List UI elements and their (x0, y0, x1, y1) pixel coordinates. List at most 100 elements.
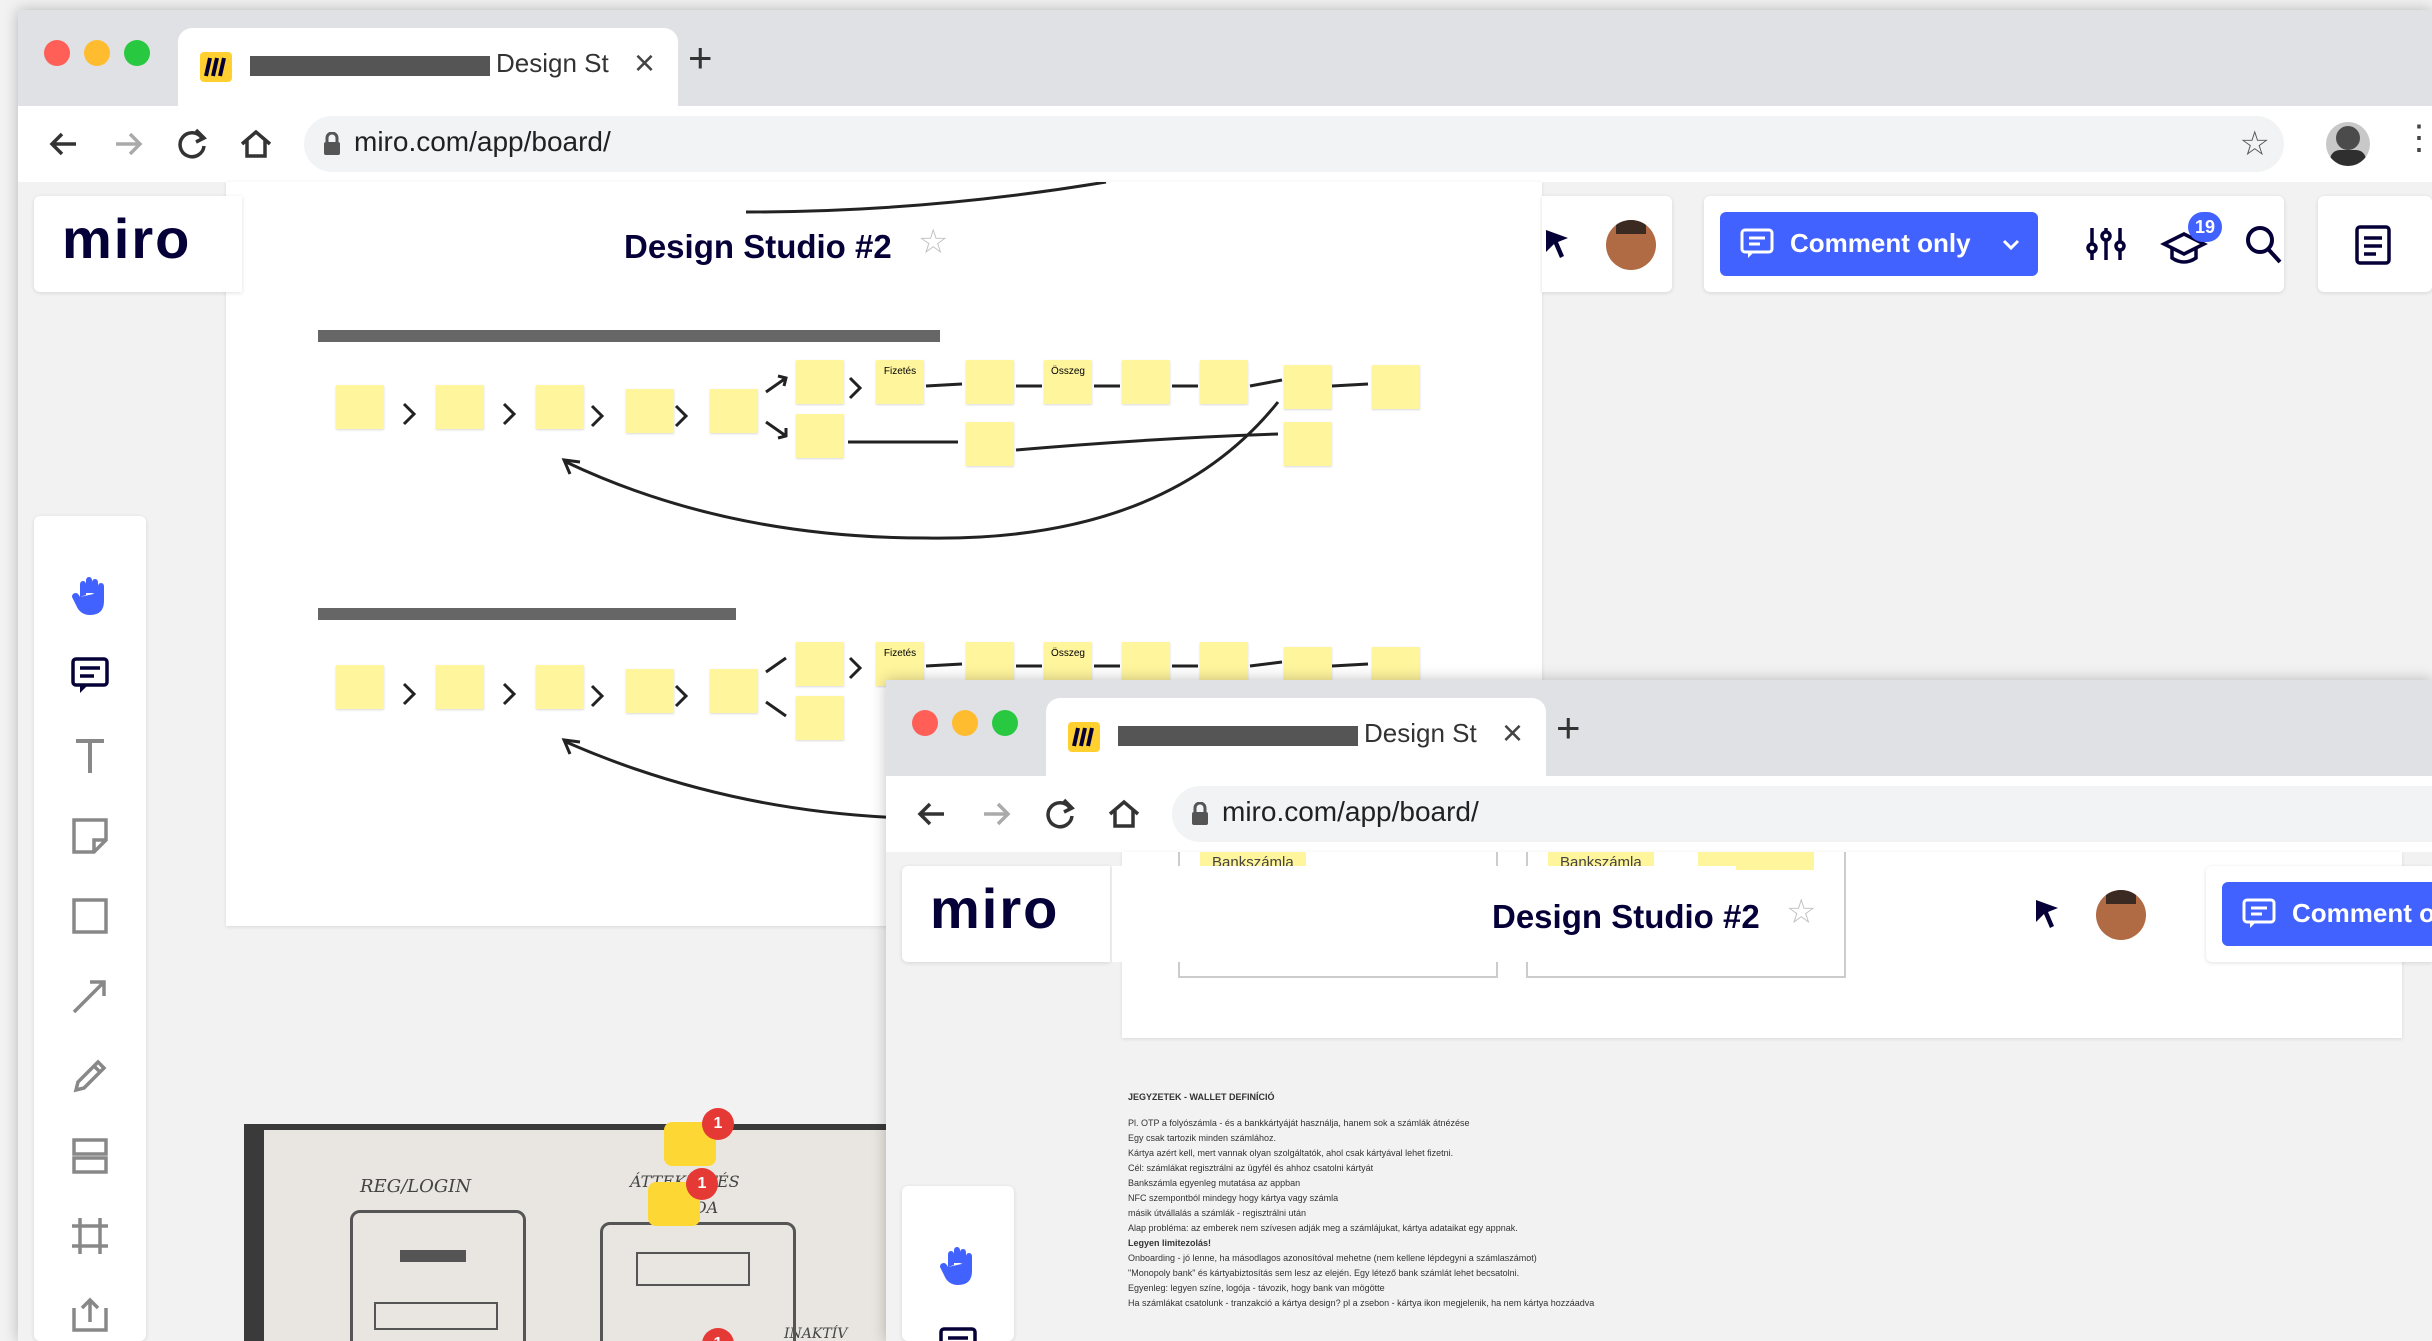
address-bar[interactable]: miro.com/app/board/ ☆ (304, 116, 2284, 172)
tool-arrow[interactable] (34, 956, 146, 1036)
minimize-window-dot[interactable] (952, 710, 978, 736)
miro-board-menu-panel (2318, 196, 2432, 292)
tool-upload[interactable] (34, 1274, 146, 1341)
tab-title: Design St (1364, 718, 1477, 748)
browser-menu-icon[interactable]: ⋮ (2402, 118, 2432, 158)
miro-favicon-icon (200, 52, 232, 82)
comment-only-button[interactable]: Comment only (1720, 212, 2038, 276)
notes-line: Ha számlákat csatolunk - tranzakció a ká… (1128, 1298, 1595, 1308)
tab-close-icon[interactable]: × (634, 42, 655, 84)
chevron-down-icon (2002, 239, 2020, 251)
follow-cursor-icon[interactable] (1542, 226, 1572, 260)
sticky-note-icon (72, 818, 108, 854)
miro-logo[interactable]: miro (930, 876, 1059, 941)
pen-icon (73, 1059, 107, 1093)
comment-tool-icon (71, 657, 109, 693)
tool-text[interactable] (34, 716, 146, 796)
tool-sticky-note[interactable] (34, 796, 146, 876)
tool-frame[interactable] (34, 1196, 146, 1276)
forward-arrow-icon[interactable] (976, 794, 1016, 834)
comment-only-button[interactable]: Comment o (2222, 882, 2432, 946)
miro-top-left-panel: miro (902, 866, 1110, 962)
tool-template[interactable] (34, 1116, 146, 1196)
lock-icon (1192, 802, 1208, 825)
url-text: miro.com/app/board/ (1222, 796, 1479, 827)
bookmark-star-icon[interactable]: ☆ (2240, 124, 2270, 164)
comment-tool-icon (939, 1327, 977, 1341)
miro-top-left-panel: miro (34, 196, 242, 292)
settings-sliders-icon[interactable] (2084, 224, 2128, 264)
collaborator-avatar[interactable] (2096, 890, 2146, 940)
tool-pen[interactable] (34, 1036, 146, 1116)
redacted-tab-title (250, 56, 490, 76)
sketch-photo[interactable]: REG/LOGIN ÁTTEKINTÉS UNBOA INAKTÍV (244, 1124, 944, 1341)
forward-arrow-icon[interactable] (108, 124, 148, 164)
home-icon[interactable] (236, 124, 276, 164)
tab-strip: Design St × + (18, 10, 2432, 106)
sketch-element (400, 1250, 466, 1262)
browser-tab-active[interactable]: Design St × (178, 28, 678, 106)
close-window-dot[interactable] (44, 40, 70, 66)
tab-close-icon[interactable]: × (1502, 712, 1523, 754)
sketch-label: REG/LOGIN (360, 1176, 472, 1197)
sketch-element (374, 1302, 498, 1330)
notes-line: NFC szempontból mindegy hogy kártya vagy… (1128, 1193, 1339, 1203)
profile-avatar[interactable] (2326, 122, 2370, 166)
minimize-window-dot[interactable] (84, 40, 110, 66)
flow-title-bar-2 (318, 608, 736, 620)
reload-icon[interactable] (172, 124, 212, 164)
close-window-dot[interactable] (912, 710, 938, 736)
home-icon[interactable] (1104, 794, 1144, 834)
miro-actions-panel: Comment o (2206, 866, 2432, 962)
comment-count-badge: 1 (686, 1168, 718, 1200)
arrow-line-icon (72, 980, 106, 1014)
tab-strip: Design St × + (886, 680, 2432, 776)
flow-arrows-1 (402, 374, 1369, 540)
tool-shape[interactable] (34, 876, 146, 956)
browser-toolbar: miro.com/app/board/ ☆ ⋮ (18, 106, 2432, 183)
tool-comment[interactable] (34, 636, 146, 716)
miro-left-toolbar (902, 1186, 1014, 1341)
follow-cursor-icon[interactable] (2032, 896, 2062, 930)
board-title[interactable]: Design Studio #2 (1492, 898, 1760, 936)
tool-comment[interactable] (902, 1306, 1014, 1341)
collaborator-avatar[interactable] (1606, 220, 1656, 270)
notes-line: Cél: számlákat regisztrálni az ügyfél és… (1128, 1163, 1374, 1173)
maximize-window-dot[interactable] (992, 710, 1018, 736)
address-bar[interactable]: miro.com/app/board/ (1172, 786, 2432, 842)
board-title[interactable]: Design Studio #2 (624, 228, 892, 266)
miro-collab-panel (1542, 196, 1672, 292)
browser-tab-active[interactable]: Design St × (1046, 698, 1546, 776)
back-arrow-icon[interactable] (912, 794, 952, 834)
upload-icon (72, 1297, 108, 1332)
notification-badge: 19 (2188, 212, 2222, 242)
tool-hand[interactable] (902, 1226, 1014, 1306)
hand-icon (940, 1247, 972, 1285)
template-icon (72, 1138, 108, 1174)
miro-left-toolbar (34, 516, 146, 1341)
hand-icon (72, 577, 104, 615)
flow-title-bar-1 (318, 330, 940, 342)
second-browser-window: Design St × + miro.com/app/board/ Banksz… (886, 680, 2432, 1341)
notes-line: "Monopoly bank" és kártyabiztosítás sem … (1128, 1268, 1520, 1278)
reload-icon[interactable] (1040, 794, 1080, 834)
notes-line: Kártya azért kell, mert vannak olyan szo… (1128, 1148, 1454, 1158)
back-arrow-icon[interactable] (44, 124, 84, 164)
new-tab-button[interactable]: + (1556, 707, 1581, 749)
notes-line: Egyenleg: legyen színe, logója - távozik… (1128, 1283, 1385, 1293)
lock-icon (324, 132, 340, 155)
search-icon[interactable] (2244, 224, 2284, 266)
favorite-star-icon[interactable]: ☆ (918, 222, 948, 262)
notes-line: Egy csak tartozik minden számlához. (1128, 1133, 1277, 1143)
notes-line: Alap probléma: az emberek nem szívesen a… (1128, 1223, 1518, 1233)
comment-only-label: Comment o (2292, 898, 2432, 928)
board-list-icon[interactable] (2354, 224, 2392, 266)
favorite-star-icon[interactable]: ☆ (1786, 892, 1816, 932)
notes-line: Bankszámla egyenleg mutatása az appban (1128, 1178, 1301, 1188)
notes-line: Onboarding - jó lenne, ha másodlagos azo… (1128, 1253, 1537, 1263)
maximize-window-dot[interactable] (124, 40, 150, 66)
browser-toolbar: miro.com/app/board/ (886, 776, 2432, 853)
miro-logo[interactable]: miro (62, 206, 191, 271)
tool-hand[interactable] (34, 556, 146, 636)
new-tab-button[interactable]: + (688, 37, 713, 79)
